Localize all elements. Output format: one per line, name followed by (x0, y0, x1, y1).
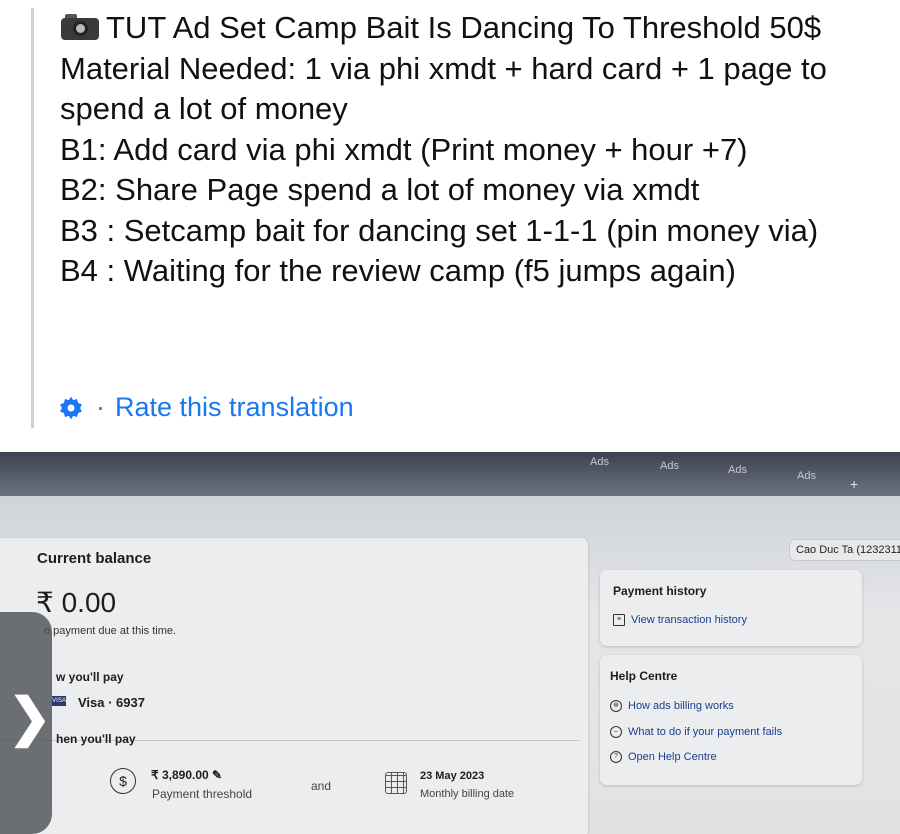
open-help-centre-link[interactable]: ? Open Help Centre (610, 751, 717, 763)
balance-amount: ₹ 0.00 (36, 587, 117, 618)
gear-icon (60, 396, 82, 419)
account-selector[interactable]: Cao Duc Ta (12323110 (790, 540, 900, 560)
quote-bar (31, 8, 34, 428)
receipt-icon: ≡ (613, 614, 625, 626)
globe-icon: ⊕ (610, 700, 622, 712)
rate-translation-link[interactable]: Rate this translation (115, 392, 354, 423)
post-line: B4 : Waiting for the review camp (f5 jum… (60, 253, 736, 288)
rate-translation-row[interactable]: · Rate this translation (58, 392, 354, 423)
browser-tab[interactable]: Ads (590, 456, 609, 468)
payment-history-title: Payment history (613, 584, 707, 598)
pencil-edit-icon[interactable]: ✎ (212, 768, 222, 782)
payment-method[interactable]: Visa · 6937 (78, 695, 145, 710)
threshold-value[interactable]: ₹ 3,890.00 ✎ (151, 768, 222, 782)
post-line: B2: Share Page spend a lot of money via … (60, 172, 700, 207)
separator-dot: · (96, 392, 105, 422)
next-image-button[interactable]: ❯ (0, 612, 52, 834)
help-centre-title: Help Centre (610, 669, 678, 683)
payment-history-card (600, 570, 862, 646)
and-connector: and (311, 779, 332, 793)
new-tab-button[interactable]: + (850, 476, 858, 492)
balance-note: o payment due at this time. (44, 625, 177, 637)
post-line: B3 : Setcamp bait for dancing set 1-1-1 … (60, 212, 819, 248)
billing-screen-photo: Ads Ads Ads Ads + Cao Duc Ta (12323110 C… (0, 452, 900, 834)
when-you-pay-label: hen you'll pay (56, 732, 136, 746)
how-you-pay-label: w you'll pay (56, 670, 124, 684)
translated-post: TUT Ad Set Camp Bait Is Dancing To Thres… (0, 0, 900, 452)
calendar-icon (385, 772, 407, 794)
payment-fails-link[interactable]: – What to do if your payment fails (610, 726, 782, 738)
post-title-line: TUT Ad Set Camp Bait Is Dancing To Thres… (60, 8, 890, 49)
browser-tab[interactable]: Ads (797, 470, 816, 482)
view-transaction-history-link[interactable]: ≡ View transaction history (613, 614, 747, 626)
post-line: B1: Add card via phi xmdt (Print money +… (60, 131, 748, 167)
current-balance-heading: Current balance (37, 550, 152, 567)
billing-date-label: Monthly billing date (420, 788, 515, 800)
minus-circle-icon: – (610, 726, 622, 738)
billing-date: 23 May 2023 (420, 770, 485, 782)
question-icon: ? (610, 751, 622, 763)
visa-card-icon: VISA (52, 696, 66, 706)
browser-tab[interactable]: Ads (660, 460, 679, 472)
post-line: Material Needed: 1 via phi xmdt + hard c… (60, 50, 827, 127)
post-text: TUT Ad Set Camp Bait Is Dancing To Thres… (60, 8, 890, 292)
chevron-right-icon: ❯ (8, 689, 52, 747)
camera-icon (60, 11, 100, 41)
threshold-label: Payment threshold (152, 787, 253, 801)
how-ads-billing-link[interactable]: ⊕ How ads billing works (610, 700, 734, 712)
dollar-icon: $ (110, 768, 136, 794)
browser-tab-strip: Ads Ads Ads Ads + (0, 452, 900, 496)
browser-tab[interactable]: Ads (728, 464, 747, 476)
